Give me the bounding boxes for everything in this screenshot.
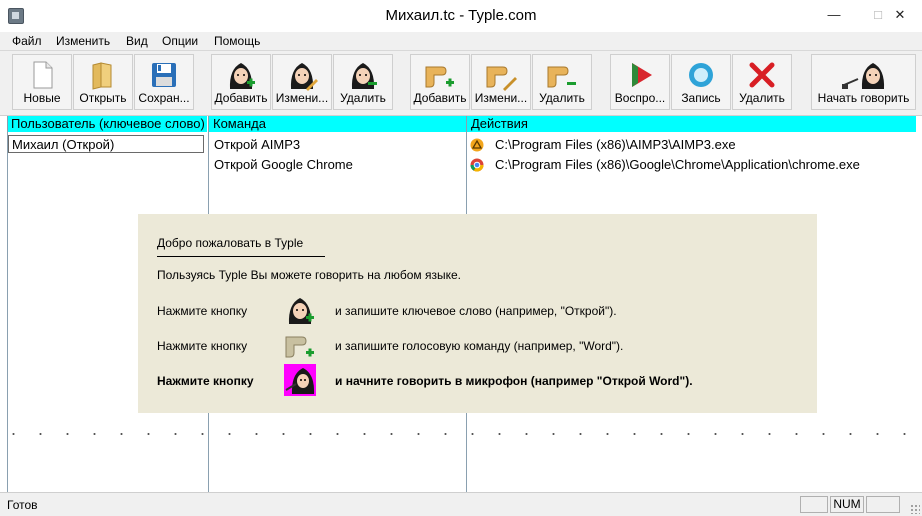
save-button-label: Сохран... — [138, 91, 190, 105]
status-panel-caps — [800, 496, 828, 513]
welcome-panel: Добро пожаловать в Typle Пользуясь Typle… — [138, 214, 817, 413]
step2-text: и запишите голосовую команду (например, … — [335, 339, 624, 353]
welcome-title: Добро пожаловать в Typle — [157, 236, 304, 250]
status-text: Готов — [7, 498, 38, 512]
start-talking-label: Начать говорить — [817, 91, 910, 105]
edit-user-icon — [290, 63, 318, 91]
menu-options[interactable]: Опции — [162, 34, 198, 48]
edit-user-label: Измени... — [275, 91, 329, 105]
open-button[interactable]: Открыть — [73, 54, 133, 110]
delete-user-icon — [351, 63, 377, 89]
column-header-actions[interactable]: Действия — [467, 116, 916, 132]
play-button[interactable]: Воспро... — [610, 54, 670, 110]
close-button[interactable]: ✕ — [878, 0, 922, 30]
delete-command-icon — [547, 66, 576, 88]
status-panel-num: NUM — [830, 496, 864, 513]
record-button[interactable]: Запись — [671, 54, 731, 110]
open-folder-icon — [92, 62, 112, 90]
menu-bar: Файл Изменить Вид Опции Помощь — [0, 32, 922, 50]
column-separator — [7, 116, 8, 492]
new-button[interactable]: Новые — [12, 54, 72, 110]
save-disk-icon — [152, 63, 176, 87]
edit-user-button[interactable]: Измени... — [272, 54, 332, 110]
delete-command-button[interactable]: Удалить — [532, 54, 592, 110]
column-header-command[interactable]: Команда — [209, 116, 466, 132]
play-button-label: Воспро... — [614, 91, 666, 105]
add-command-button[interactable]: Добавить — [410, 54, 470, 110]
column-header-user[interactable]: Пользователь (ключевое слово) — [7, 116, 207, 132]
new-button-label: Новые — [23, 91, 61, 105]
delete-button[interactable]: Удалить — [732, 54, 792, 110]
status-panel-scroll — [866, 496, 900, 513]
welcome-title-underline — [157, 256, 325, 257]
window-title: Михаил.tc - Typle.com — [385, 7, 537, 24]
toolbar: Новые Открыть Сохран... Добавить Измени.… — [0, 50, 922, 116]
delete-user-label: Удалить — [340, 91, 386, 105]
add-command-icon — [425, 66, 454, 88]
add-user-icon — [229, 63, 255, 89]
step3-prefix: Нажмите кнопку — [157, 374, 254, 388]
aimp-icon — [470, 138, 484, 152]
resize-grip[interactable] — [910, 504, 920, 514]
add-command-icon — [285, 336, 314, 358]
edit-command-icon — [486, 66, 517, 91]
user-list-item[interactable]: Михаил (Открой) — [8, 135, 204, 153]
new-file-icon — [33, 61, 53, 89]
start-talking-button[interactable]: Начать говорить — [811, 54, 916, 110]
action-path: C:\Program Files (x86)\AIMP3\AIMP3.exe — [495, 137, 736, 152]
step3-text: и начните говорить в микрофон (например … — [335, 374, 693, 388]
content-area: Пользователь (ключевое слово) Команда Де… — [0, 116, 922, 492]
add-user-icon — [288, 298, 314, 324]
delete-user-button[interactable]: Удалить — [333, 54, 393, 110]
step1-prefix: Нажмите кнопку — [157, 304, 248, 318]
title-bar: Михаил.tc - Typle.com — □ ✕ — [0, 0, 922, 32]
dotted-divider — [0, 433, 922, 435]
menu-help[interactable]: Помощь — [214, 34, 260, 48]
status-bar: Готов NUM — [0, 492, 922, 516]
step1-text: и запишите ключевое слово (например, "От… — [335, 304, 617, 318]
edit-command-button[interactable]: Измени... — [471, 54, 531, 110]
start-talking-icon — [284, 364, 316, 396]
play-icon — [632, 63, 652, 87]
delete-x-icon — [749, 62, 775, 88]
add-user-label: Добавить — [214, 91, 268, 105]
command-list-item[interactable]: Открой AIMP3 — [214, 137, 300, 152]
add-command-label: Добавить — [413, 91, 467, 105]
save-button[interactable]: Сохран... — [134, 54, 194, 110]
record-button-label: Запись — [681, 91, 721, 105]
add-user-button[interactable]: Добавить — [211, 54, 271, 110]
menu-file[interactable]: Файл — [12, 34, 42, 48]
delete-command-label: Удалить — [539, 91, 585, 105]
command-list-item[interactable]: Открой Google Chrome — [214, 157, 353, 172]
edit-command-label: Измени... — [474, 91, 528, 105]
menu-edit[interactable]: Изменить — [56, 34, 110, 48]
menu-view[interactable]: Вид — [126, 34, 148, 48]
record-icon — [689, 63, 713, 87]
minimize-button[interactable]: — — [812, 0, 856, 30]
start-talking-icon — [841, 63, 884, 89]
open-button-label: Открыть — [79, 91, 127, 105]
action-path: C:\Program Files (x86)\Google\Chrome\App… — [495, 157, 860, 172]
step2-prefix: Нажмите кнопку — [157, 339, 248, 353]
delete-button-label: Удалить — [739, 91, 785, 105]
chrome-icon — [470, 158, 484, 172]
welcome-intro: Пользуясь Typle Вы можете говорить на лю… — [157, 268, 461, 282]
